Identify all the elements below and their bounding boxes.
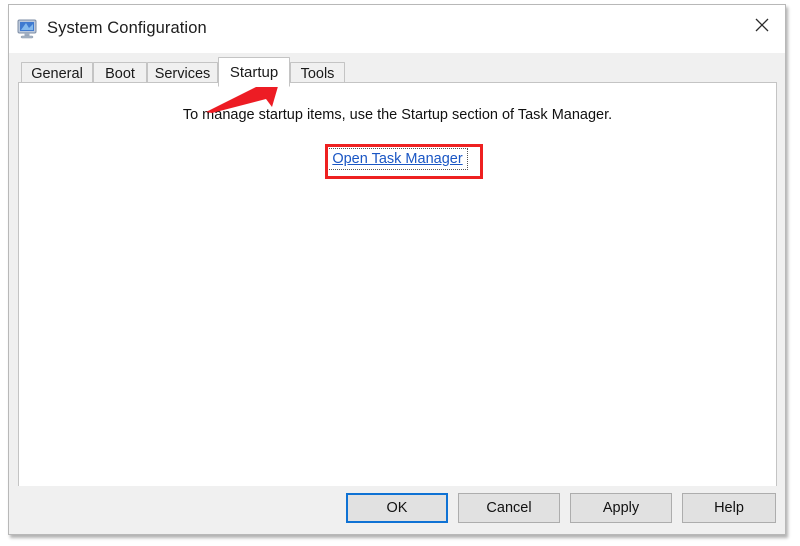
ok-button[interactable]: OK: [346, 493, 448, 523]
tab-general-label: General: [31, 66, 83, 82]
window-title: System Configuration: [47, 19, 207, 37]
help-button-label: Help: [714, 500, 744, 516]
apply-button-label: Apply: [602, 500, 640, 516]
link-container: Open Task Manager: [19, 148, 776, 170]
tab-strip: General Boot Services Startup Tools: [9, 53, 785, 87]
help-button[interactable]: Help: [682, 493, 776, 523]
dialog-footer: OK Cancel Apply Help: [9, 486, 785, 534]
system-configuration-window: System Configuration General Boot Servic…: [8, 4, 786, 535]
tab-services-label: Services: [154, 66, 211, 82]
tab-boot-label: Boot: [105, 66, 135, 82]
tab-startup[interactable]: Startup: [218, 57, 290, 87]
tab-tools-label: Tools: [300, 66, 335, 82]
instruction-text: To manage startup items, use the Startup…: [182, 107, 613, 123]
system-configuration-icon: [17, 19, 39, 39]
tab-startup-label: Startup: [229, 63, 279, 81]
cancel-button[interactable]: Cancel: [458, 493, 560, 523]
startup-tab-panel: To manage startup items, use the Startup…: [18, 82, 777, 487]
open-task-manager-link[interactable]: Open Task Manager: [327, 148, 468, 170]
cancel-button-label: Cancel: [486, 500, 532, 516]
title-bar: System Configuration: [9, 5, 785, 53]
apply-button[interactable]: Apply: [570, 493, 672, 523]
ok-button-label: OK: [386, 500, 408, 516]
close-icon[interactable]: [739, 5, 785, 45]
